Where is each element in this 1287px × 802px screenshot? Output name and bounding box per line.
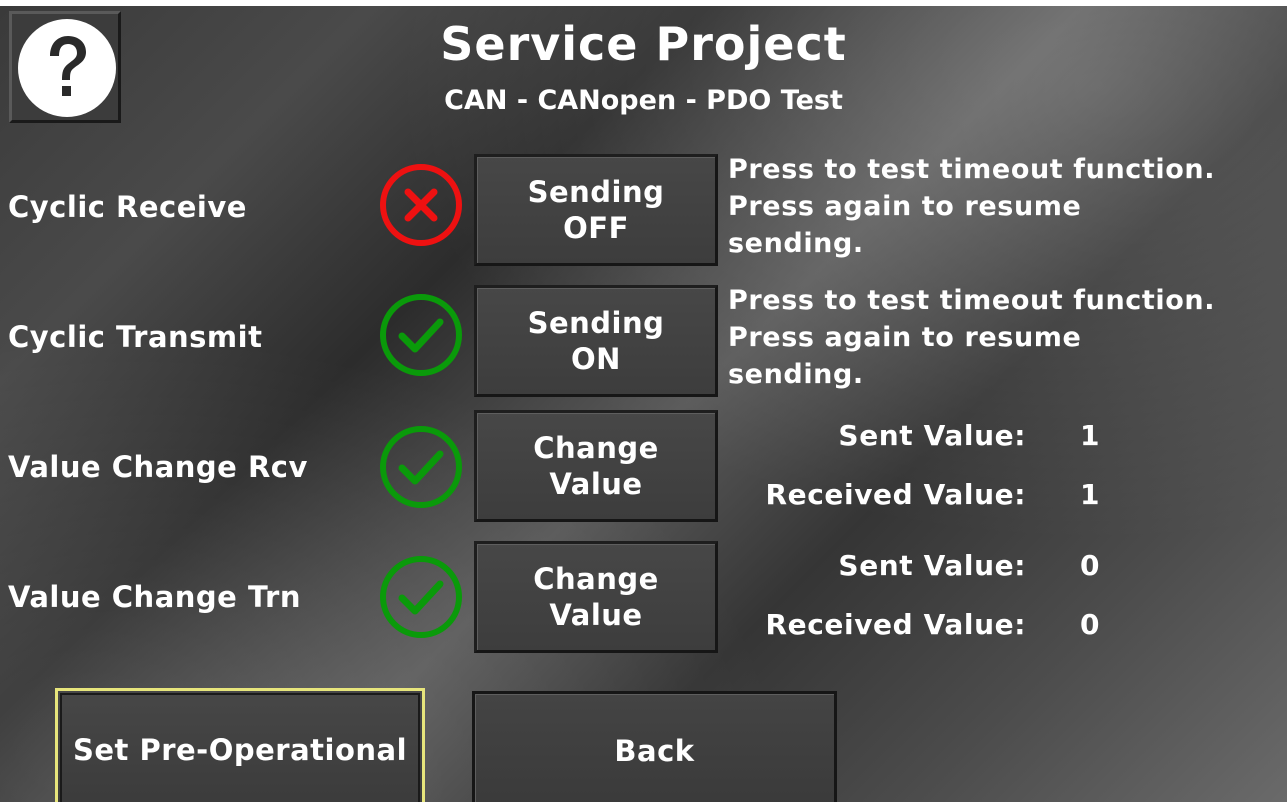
check-circle-icon bbox=[380, 294, 462, 376]
check-circle-icon bbox=[380, 426, 462, 508]
description-line: sending. bbox=[728, 228, 864, 259]
row-label-cyclic-receive: Cyclic Receive bbox=[8, 190, 247, 224]
description-line: Press again to resume bbox=[728, 322, 1082, 353]
page-title: Service Project bbox=[440, 17, 847, 71]
description-line: Press to test timeout function. bbox=[728, 154, 1216, 185]
button-label-line1: Change bbox=[533, 431, 659, 465]
back-button[interactable]: Back bbox=[472, 691, 837, 802]
button-label-line2: Value bbox=[549, 467, 643, 501]
button-label-line1: Sending bbox=[527, 306, 665, 340]
sent-value-label: Sent Value: bbox=[838, 549, 1026, 582]
received-value: 1 bbox=[1080, 478, 1100, 511]
set-pre-operational-button[interactable]: Set Pre-Operational bbox=[55, 688, 425, 802]
change-value-rcv-button[interactable]: Change Value bbox=[474, 410, 718, 522]
description-line: Press again to resume bbox=[728, 191, 1082, 222]
sent-value: 1 bbox=[1080, 419, 1100, 452]
description-line: sending. bbox=[728, 359, 864, 390]
button-label-line1: Change bbox=[533, 562, 659, 596]
sending-toggle-transmit-button[interactable]: Sending ON bbox=[474, 285, 718, 397]
sent-value: 0 bbox=[1080, 549, 1100, 582]
row-label-cyclic-transmit: Cyclic Transmit bbox=[8, 320, 263, 354]
service-project-screen: Service Project CAN - CANopen - PDO Test… bbox=[0, 6, 1287, 802]
description-line: Press to test timeout function. bbox=[728, 285, 1216, 316]
sending-toggle-receive-button[interactable]: Sending OFF bbox=[474, 154, 718, 266]
back-label: Back bbox=[614, 734, 695, 768]
x-circle-icon bbox=[380, 164, 462, 246]
row-label-value-change-rcv: Value Change Rcv bbox=[8, 450, 308, 484]
change-value-trn-button[interactable]: Change Value bbox=[474, 541, 718, 653]
button-label-line2: ON bbox=[571, 342, 621, 376]
description-cyclic-transmit: Press to test timeout function. Press ag… bbox=[728, 282, 1287, 393]
row-label-value-change-trn: Value Change Trn bbox=[8, 580, 301, 614]
sent-value-label: Sent Value: bbox=[838, 419, 1026, 452]
button-label-line2: OFF bbox=[563, 211, 629, 245]
check-circle-icon bbox=[380, 556, 462, 638]
set-pre-operational-label: Set Pre-Operational bbox=[72, 732, 408, 767]
button-label-line2: Value bbox=[549, 598, 643, 632]
received-value-label: Received Value: bbox=[765, 608, 1026, 641]
button-label-line1: Sending bbox=[527, 175, 665, 209]
received-value: 0 bbox=[1080, 608, 1100, 641]
page-subtitle: CAN - CANopen - PDO Test bbox=[444, 85, 843, 116]
description-cyclic-receive: Press to test timeout function. Press ag… bbox=[728, 151, 1287, 262]
received-value-label: Received Value: bbox=[765, 478, 1026, 511]
